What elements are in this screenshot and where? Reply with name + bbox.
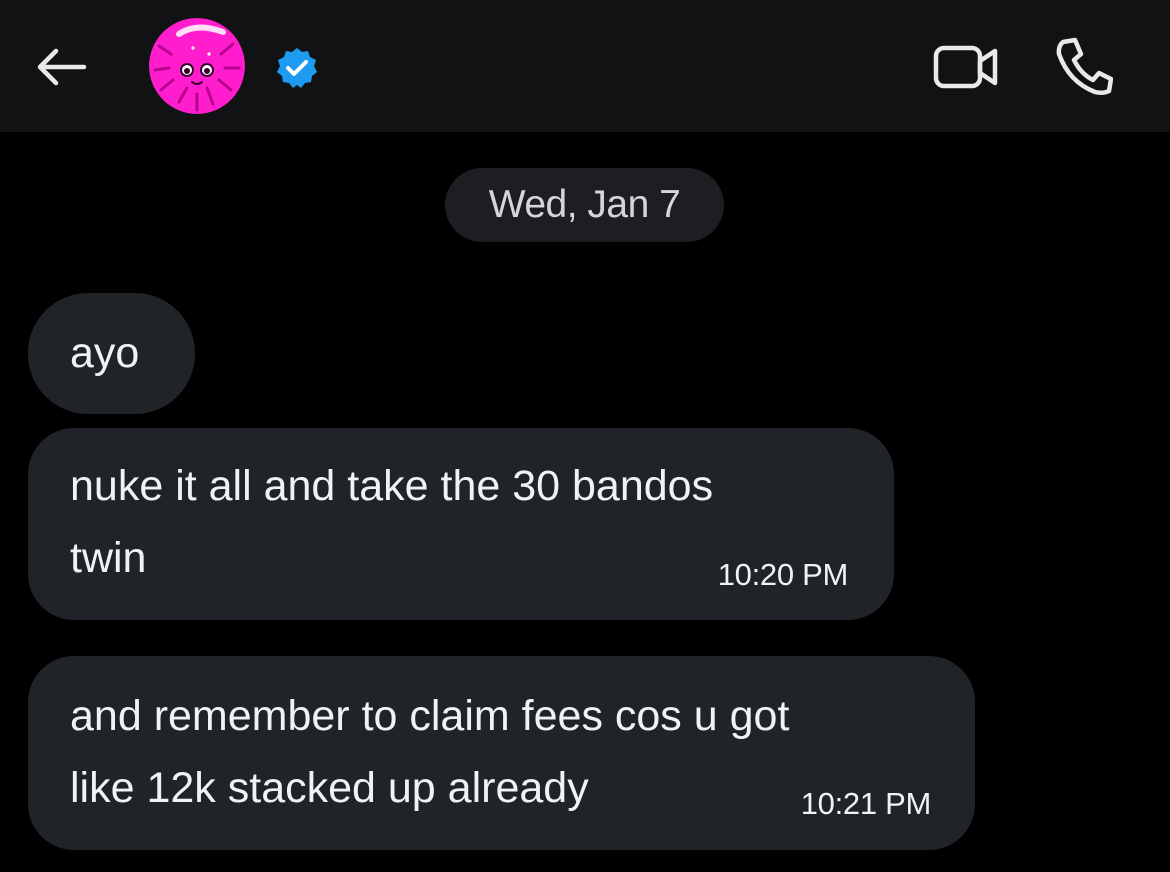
video-call-button[interactable] bbox=[926, 34, 1006, 100]
verified-badge-icon bbox=[277, 48, 317, 88]
message-text: nuke it all and take the 30 bandos bbox=[70, 462, 714, 510]
message-timestamp: 10:21 PM bbox=[800, 786, 932, 821]
verified-badge bbox=[275, 46, 319, 90]
arrow-left-icon bbox=[37, 48, 87, 86]
message-timestamp: 10:20 PM bbox=[717, 557, 849, 592]
pink-sticker-avatar-icon bbox=[149, 18, 245, 114]
chat-header bbox=[0, 0, 1170, 132]
avatar[interactable] bbox=[149, 18, 245, 114]
message-text: ayo bbox=[70, 329, 140, 377]
date-separator: Wed, Jan 7 bbox=[445, 168, 724, 242]
video-camera-icon bbox=[933, 45, 998, 89]
message-bubble[interactable]: and remember to claim fees cos u got lik… bbox=[28, 656, 975, 850]
message-bubble[interactable]: nuke it all and take the 30 bandos twin … bbox=[28, 428, 894, 620]
message-text: and remember to claim fees cos u got bbox=[70, 692, 790, 740]
voice-call-button[interactable] bbox=[1046, 30, 1122, 102]
message-bubble[interactable]: ayo bbox=[28, 293, 195, 414]
back-button[interactable] bbox=[28, 36, 94, 98]
phone-icon bbox=[1056, 37, 1113, 96]
